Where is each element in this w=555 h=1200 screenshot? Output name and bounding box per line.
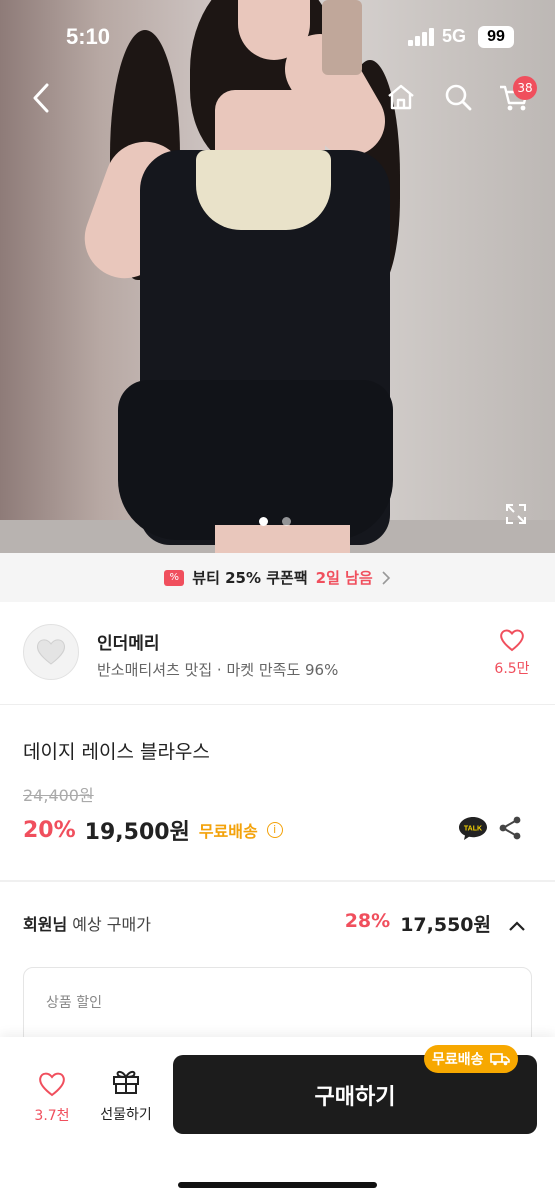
original-price: 24,400원 — [23, 786, 94, 805]
back-button[interactable] — [26, 82, 56, 114]
battery-indicator: 99 — [478, 26, 514, 48]
coupon-tag-icon: % — [164, 569, 185, 586]
cart-count-badge: 38 — [513, 76, 537, 100]
gallery-dot — [282, 517, 291, 526]
dress-lace — [196, 150, 331, 230]
info-icon[interactable]: i — [266, 822, 283, 838]
home-button[interactable] — [384, 80, 418, 114]
svg-text:TALK: TALK — [464, 826, 482, 833]
chevron-left-icon — [33, 83, 49, 113]
gallery-dot-active — [259, 517, 268, 526]
gallery-dots — [259, 517, 291, 526]
discount-rate: 20% — [23, 817, 76, 843]
chevron-up-icon — [509, 921, 525, 931]
coupon-banner[interactable]: % 뷰티 25% 쿠폰팩 2일 남음 — [0, 553, 555, 602]
discount-detail-box: 상품 할인 — [23, 967, 532, 1047]
like-count: 3.7천 — [34, 1108, 70, 1124]
product-discount-label: 상품 할인 — [46, 995, 102, 1011]
search-icon — [445, 84, 472, 111]
section-divider — [0, 880, 555, 882]
collapse-button[interactable] — [508, 917, 526, 931]
dress-skirt — [118, 380, 393, 540]
chevron-right-icon — [382, 570, 390, 585]
shop-row[interactable]: 인더메리 반소매티셔츠 맛집 · 마켓 만족도 96% 6.5만 — [0, 602, 555, 705]
shop-like-button[interactable]: 6.5만 — [490, 628, 534, 678]
network-label: 5G — [442, 26, 467, 46]
like-button[interactable]: 3.7천 — [26, 1071, 78, 1125]
member-price-label: 회원님 예상 구매가 — [23, 911, 151, 935]
gift-button[interactable]: 선물하기 — [92, 1067, 160, 1124]
member-price: 28% 17,550원 — [345, 910, 491, 937]
kakao-talk-button[interactable]: TALK — [458, 815, 488, 841]
product-title: 데이지 레이스 블라우스 — [23, 741, 210, 763]
signal-icon — [408, 28, 436, 46]
member-price-value: 17,550원 — [400, 914, 491, 936]
share-button[interactable] — [497, 815, 523, 841]
status-time: 5:10 — [66, 24, 111, 49]
shop-subtitle: 반소매티셔츠 맛집 · 마켓 만족도 96% — [97, 661, 339, 679]
member-label-rest: 예상 구매가 — [67, 915, 151, 934]
status-bar: 5:10 5G 99 — [0, 0, 555, 70]
shop-like-count: 6.5만 — [494, 661, 530, 677]
expand-icon — [506, 504, 526, 524]
coupon-text: 뷰티 25% 쿠폰팩 — [192, 569, 308, 587]
search-button[interactable] — [441, 80, 475, 114]
truck-icon — [489, 1053, 510, 1066]
bottom-action-bar: 3.7천 선물하기 구매하기 무료배송 — [0, 1037, 555, 1200]
free-shipping-badge: 무료배송 — [424, 1045, 518, 1073]
heart-logo-icon — [36, 639, 66, 665]
sale-price: 19,500원 — [84, 820, 190, 845]
free-shipping-badge-label: 무료배송 — [432, 1052, 484, 1068]
free-shipping-label: 무료배송 — [198, 822, 258, 841]
shop-name[interactable]: 인더메리 — [97, 629, 160, 654]
gift-label: 선물하기 — [100, 1107, 152, 1123]
coupon-remaining: 2일 남음 — [315, 569, 373, 587]
share-icon — [499, 816, 521, 840]
legs — [215, 525, 350, 553]
home-icon — [388, 84, 414, 110]
expand-button[interactable] — [503, 501, 529, 527]
talk-bubble-icon: TALK — [459, 817, 487, 840]
price-row: 20% 19,500원 무료배송 i — [23, 814, 283, 846]
gift-icon — [113, 1070, 139, 1094]
home-indicator — [178, 1182, 377, 1188]
member-discount: 28% — [344, 910, 391, 932]
member-label-bold: 회원님 — [23, 915, 68, 934]
heart-outline-icon — [39, 1072, 65, 1097]
heart-outline-icon — [500, 629, 524, 652]
shop-avatar[interactable] — [23, 624, 79, 680]
